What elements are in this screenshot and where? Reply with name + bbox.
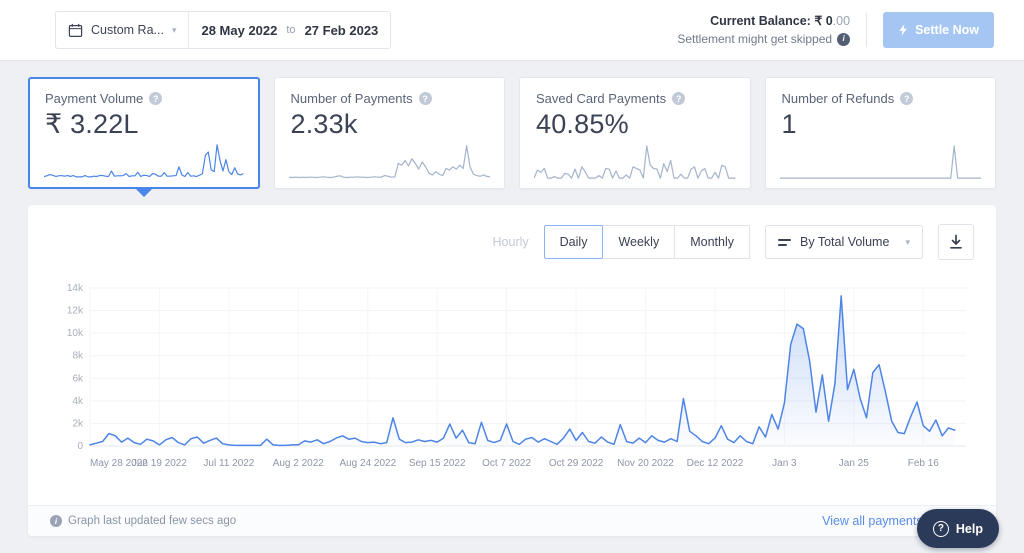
svg-text:Dec 12 2022: Dec 12 2022: [687, 458, 744, 469]
svg-text:2k: 2k: [72, 418, 84, 429]
help-label: Help: [955, 521, 983, 536]
sparkline-number-of-refunds: [780, 143, 982, 181]
balance-value: ₹ 0: [814, 13, 833, 28]
divider: [866, 13, 868, 47]
svg-text:Aug 2 2022: Aug 2 2022: [273, 458, 325, 469]
sort-by-dropdown[interactable]: By Total Volume ▾: [765, 225, 923, 259]
card-label: Number of Refunds: [781, 91, 895, 106]
last-updated-text: Graph last updated few secs ago: [68, 515, 237, 527]
svg-text:Oct 29 2022: Oct 29 2022: [549, 458, 604, 469]
date-to-word: to: [286, 24, 296, 36]
tab-weekly[interactable]: Weekly: [602, 225, 676, 259]
sort-icon: [778, 238, 791, 246]
sparkline-payment-volume: [44, 142, 244, 180]
help-button[interactable]: ? Help: [916, 509, 999, 548]
card-label: Payment Volume: [45, 91, 144, 106]
help-icon[interactable]: ?: [149, 92, 163, 105]
help-icon[interactable]: ?: [672, 92, 686, 105]
svg-text:Sep 15 2022: Sep 15 2022: [409, 458, 466, 469]
card-label: Saved Card Payments: [536, 91, 667, 106]
card-payment-volume[interactable]: Payment Volume ? ₹ 3.22L: [28, 77, 260, 189]
svg-text:12k: 12k: [67, 306, 84, 317]
svg-text:0: 0: [77, 441, 83, 452]
range-type-segment[interactable]: Custom Ra... ▾: [56, 12, 188, 48]
lightning-icon: [899, 24, 908, 36]
calendar-icon: [68, 23, 83, 37]
date-to: 27 Feb 2023: [304, 22, 379, 38]
svg-text:Nov 20 2022: Nov 20 2022: [617, 458, 674, 469]
card-value: 40.85%: [536, 109, 629, 139]
date-from: 28 May 2022: [201, 22, 278, 38]
info-icon[interactable]: i: [837, 32, 851, 46]
stat-cards-row: Payment Volume ? ₹ 3.22L Number of Payme…: [0, 60, 1024, 189]
card-value: 2.33k: [290, 109, 358, 139]
payment-volume-chart: 02k4k6k8k10k12k14kMay 28 2022Jun 19 2022…: [67, 283, 966, 469]
info-icon: i: [50, 515, 62, 527]
chevron-down-icon: ▾: [171, 24, 177, 35]
chart-panel: Hourly Daily Weekly Monthly By Total Vol…: [28, 205, 996, 536]
balance-cents: .00: [832, 13, 851, 28]
question-mark-icon: ?: [932, 520, 949, 537]
tab-monthly[interactable]: Monthly: [674, 225, 750, 259]
balance-label: Current Balance:: [710, 13, 811, 28]
card-value: 1: [781, 109, 797, 139]
card-saved-card-payments[interactable]: Saved Card Payments ? 40.85%: [519, 77, 751, 189]
svg-text:4k: 4k: [72, 396, 84, 407]
svg-text:Jan 25: Jan 25: [839, 458, 869, 469]
card-label: Number of Payments: [290, 91, 413, 106]
chart-area: 0 2k 4k 6k 8k 10k 12k 14k May 28 2022 Jun 19 2022…: [28, 264, 996, 474]
current-balance-block: Current Balance: ₹ 0.00 Settlement might…: [677, 12, 851, 49]
settle-now-button[interactable]: Settle Now: [883, 12, 994, 48]
svg-text:Jun 19 2022: Jun 19 2022: [132, 458, 187, 469]
chart-footer: i Graph last updated few secs ago View a…: [28, 505, 996, 536]
svg-text:Jul 11 2022: Jul 11 2022: [203, 458, 254, 469]
svg-text:Feb 16: Feb 16: [908, 458, 940, 469]
tab-daily[interactable]: Daily: [543, 225, 604, 259]
sparkline-number-of-payments: [289, 143, 491, 181]
range-type-label: Custom Ra...: [91, 23, 164, 37]
svg-text:Aug 24 2022: Aug 24 2022: [339, 458, 396, 469]
sort-by-label: By Total Volume: [800, 235, 890, 249]
sparkline-saved-card-payments: [534, 143, 736, 181]
svg-text:6k: 6k: [72, 373, 84, 384]
svg-text:8k: 8k: [72, 351, 84, 362]
card-number-of-payments[interactable]: Number of Payments ? 2.33k: [273, 77, 505, 189]
help-icon[interactable]: ?: [418, 92, 432, 105]
granularity-tabs: Hourly Daily Weekly Monthly: [476, 225, 750, 259]
help-icon[interactable]: ?: [900, 92, 914, 105]
settlement-note: Settlement might get skipped: [677, 32, 833, 47]
download-icon: [950, 234, 962, 249]
settle-now-label: Settle Now: [915, 23, 979, 37]
svg-text:Oct 7 2022: Oct 7 2022: [482, 458, 531, 469]
chevron-down-icon: ▾: [905, 236, 910, 247]
date-range-values[interactable]: 28 May 2022 to 27 Feb 2023: [188, 12, 390, 48]
tab-hourly[interactable]: Hourly: [476, 225, 545, 259]
svg-text:14k: 14k: [67, 283, 84, 294]
top-bar: Custom Ra... ▾ 28 May 2022 to 27 Feb 202…: [0, 0, 1024, 60]
date-range-picker[interactable]: Custom Ra... ▾ 28 May 2022 to 27 Feb 202…: [55, 11, 392, 49]
card-number-of-refunds[interactable]: Number of Refunds ? 1: [764, 77, 996, 189]
card-value: ₹ 3.22L: [45, 109, 139, 139]
download-button[interactable]: [938, 224, 974, 260]
svg-text:Jan 3: Jan 3: [772, 458, 797, 469]
chart-controls: Hourly Daily Weekly Monthly By Total Vol…: [28, 205, 996, 264]
svg-text:10k: 10k: [67, 328, 84, 339]
